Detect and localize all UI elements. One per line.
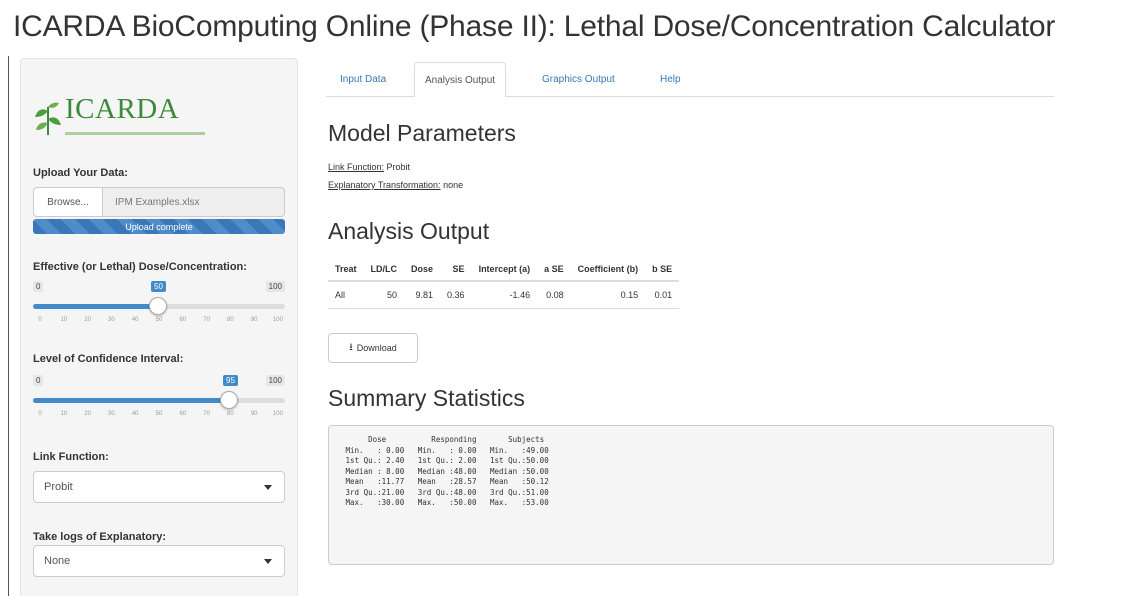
- tick-label: 30: [108, 411, 115, 417]
- summary-statistics-output: Dose Responding Subjects Min. : 0.00 Min…: [328, 425, 1054, 565]
- tick-label: 50: [155, 317, 163, 323]
- slider-value-badge: 95: [223, 375, 238, 386]
- slider-fill: [33, 304, 157, 309]
- select-value: None: [44, 555, 71, 567]
- tab-bar: Input Data Analysis Output Graphics Outp…: [326, 62, 1054, 98]
- logs-select[interactable]: None: [33, 545, 285, 577]
- app-title: ICARDA BioComputing Online (Phase II): L…: [13, 10, 1056, 43]
- column-header: b SE: [645, 258, 680, 282]
- slider-max-label: 100: [265, 281, 285, 292]
- tick-label: 70: [203, 411, 210, 417]
- table-cell: 50: [363, 281, 405, 309]
- tab-help[interactable]: Help: [650, 62, 691, 97]
- ci-slider-label: Level of Confidence Interval:: [33, 353, 184, 365]
- analysis-table: Treat LD/LC Dose SE Intercept (a) a SE C…: [328, 258, 680, 309]
- select-value: Probit: [44, 481, 73, 493]
- slider-track[interactable]: [33, 398, 285, 403]
- tick-label: 0: [38, 411, 42, 417]
- slider-fill: [33, 398, 229, 403]
- slider-max-label: 100: [265, 375, 285, 386]
- dose-slider-label: Effective (or Lethal) Dose/Concentration…: [33, 261, 247, 273]
- logo-wordmark: ICARDA: [65, 93, 180, 125]
- download-button[interactable]: ⭳ Download: [328, 333, 418, 363]
- upload-label: Upload Your Data:: [33, 167, 128, 179]
- tick-label: 70: [203, 317, 210, 323]
- tick-label: 90: [250, 317, 258, 323]
- link-function-label: Link Function:: [33, 451, 109, 463]
- transformation-param: Explanatory Transformation: none: [328, 180, 463, 190]
- column-header: a SE: [537, 258, 571, 282]
- slider-ticks: 0 10 20 30 40 50 60 70 80 90 100: [35, 411, 283, 423]
- param-key: Explanatory Transformation:: [328, 180, 441, 190]
- slider-handle[interactable]: [149, 297, 167, 315]
- tick-label: 100: [272, 317, 283, 323]
- dose-slider[interactable]: 0 50 100 0 10 20 30 40 50 60 70 80 90 10…: [33, 281, 285, 331]
- browse-button[interactable]: Browse...: [33, 187, 103, 217]
- param-value: none: [443, 180, 464, 190]
- slider-ticks: 0 10 20 30 40 50 60 70 80 90 100: [35, 317, 283, 329]
- icarda-logo: ICARDA: [33, 93, 223, 145]
- table-cell: 0.08: [537, 281, 571, 309]
- table-cell: -1.46: [471, 281, 538, 309]
- tick-label: 10: [60, 317, 68, 323]
- column-header: Treat: [328, 258, 364, 282]
- column-header: Intercept (a): [471, 258, 538, 282]
- table-cell: All: [328, 281, 364, 309]
- tick-label: 60: [179, 411, 187, 417]
- slider-min-label: 0: [33, 375, 44, 386]
- tick-label: 0: [38, 317, 42, 323]
- leaf-icon: [35, 102, 61, 135]
- ci-slider[interactable]: 0 95 100 0 10 20 30 40 50 60 70 80 90 10…: [33, 375, 285, 425]
- tagline-graphic: [65, 132, 205, 135]
- model-parameters-heading: Model Parameters: [328, 120, 516, 146]
- column-header: SE: [440, 258, 472, 282]
- param-value: Probit: [386, 162, 411, 172]
- tick-label: 30: [108, 317, 115, 323]
- param-key: Link Function:: [328, 162, 385, 172]
- slider-handle[interactable]: [220, 391, 238, 409]
- tick-label: 90: [250, 411, 258, 417]
- tick-label: 10: [60, 411, 68, 417]
- summary-statistics-heading: Summary Statistics: [328, 385, 525, 411]
- table-cell: 9.81: [404, 281, 441, 309]
- sidebar-panel: ICARDA Upload Your Data: Browse... IPM E…: [20, 58, 298, 596]
- tick-label: 60: [179, 317, 187, 323]
- tab-graphics-output[interactable]: Graphics Output: [532, 62, 625, 97]
- tick-label: 100: [272, 411, 283, 417]
- table-row: All 50 9.81 0.36 -1.46 0.08 0.15 0.01: [328, 281, 680, 309]
- tab-input-data[interactable]: Input Data: [330, 62, 396, 97]
- download-icon: ⭳: [349, 341, 353, 353]
- tick-label: 40: [131, 411, 139, 417]
- slider-min-label: 0: [33, 281, 44, 292]
- link-function-param: Link Function: Probit: [328, 162, 410, 172]
- tick-label: 80: [227, 411, 234, 417]
- slider-value-badge: 50: [151, 281, 166, 292]
- table-cell: 0.15: [570, 281, 646, 309]
- column-header: Dose: [404, 258, 441, 282]
- file-input-group: Browse... IPM Examples.xlsx: [33, 187, 285, 217]
- logs-label: Take logs of Explanatory:: [33, 531, 167, 543]
- link-function-select[interactable]: Probit: [33, 471, 285, 503]
- table-cell: 0.36: [440, 281, 472, 309]
- tick-label: 40: [131, 317, 139, 323]
- table-header-row: Treat LD/LC Dose SE Intercept (a) a SE C…: [328, 258, 680, 282]
- caret-down-icon: [264, 559, 272, 564]
- tick-label: 20: [84, 411, 91, 417]
- analysis-output-heading: Analysis Output: [328, 218, 490, 244]
- logo-tagline: [65, 131, 205, 138]
- column-header: LD/LC: [363, 258, 405, 282]
- file-name-field[interactable]: IPM Examples.xlsx: [103, 187, 285, 217]
- frame-border: [8, 56, 9, 596]
- download-label: Download: [356, 343, 397, 353]
- tick-label: 50: [155, 411, 163, 417]
- table-cell: 0.01: [645, 281, 680, 309]
- tick-label: 80: [227, 317, 234, 323]
- tick-label: 20: [84, 317, 91, 323]
- caret-down-icon: [264, 485, 272, 490]
- upload-progress-bar: Upload complete: [33, 219, 285, 234]
- column-header: Coefficient (b): [570, 258, 646, 282]
- tab-analysis-output[interactable]: Analysis Output: [414, 62, 507, 98]
